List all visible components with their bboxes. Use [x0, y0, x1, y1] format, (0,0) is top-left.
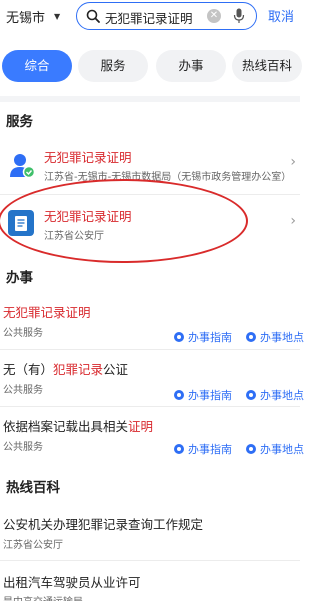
- hotline-source: 江苏省公安厅: [3, 540, 63, 551]
- top-bar: 无锡市 ▼ 无犯罪记录证明 ✕ 取消: [0, 0, 300, 34]
- guide-icon: [174, 332, 184, 342]
- cancel-button[interactable]: 取消: [268, 6, 294, 25]
- affair-title: 依据档案记载出具相关证明: [3, 419, 154, 434]
- guide-icon: [174, 390, 184, 400]
- tab-services[interactable]: 服务: [78, 50, 148, 82]
- hotline-section-title: 热线百科: [6, 480, 60, 496]
- location-icon: [246, 390, 256, 400]
- guide-icon: [174, 444, 184, 454]
- affair-category: 公共服务: [3, 385, 43, 396]
- row-divider: [0, 560, 300, 561]
- service-provider: 江苏省公安厅: [44, 231, 104, 242]
- guide-link[interactable]: 办事指南: [174, 329, 232, 345]
- guide-link[interactable]: 办事指南: [174, 387, 232, 403]
- service-provider: 江苏省-无锡市-无锡市数据局（无锡市政务管理办公室）: [44, 172, 292, 183]
- chevron-right-icon: ›: [290, 154, 296, 170]
- search-icon: [86, 9, 100, 23]
- hotline-item[interactable]: 出租汽车驾驶员从业许可 是中高交通运输局: [0, 562, 300, 601]
- location-link[interactable]: 办事地点: [246, 387, 304, 403]
- hotline-title: 公安机关办理犯罪记录查询工作规定: [3, 517, 204, 532]
- chevron-right-icon: ›: [290, 213, 296, 229]
- police-book-icon: [8, 210, 34, 236]
- hotline-source: 是中高交通运输局: [3, 593, 83, 601]
- affair-item[interactable]: 依据档案记载出具相关证明 公共服务 办事指南 办事地点: [0, 408, 304, 460]
- tab-comprehensive[interactable]: 综合: [2, 50, 72, 82]
- search-query[interactable]: 无犯罪记录证明: [105, 8, 193, 27]
- row-divider: [0, 349, 300, 350]
- service-title: 无犯罪记录证明: [44, 209, 132, 224]
- caret-down-icon: ▼: [54, 12, 61, 21]
- section-divider: [0, 96, 300, 102]
- hotline-item[interactable]: 公安机关办理犯罪记录查询工作规定 江苏省公安厅: [0, 506, 300, 551]
- location-link[interactable]: 办事地点: [246, 329, 304, 345]
- affair-title: 无（有）犯罪记录公证: [3, 362, 129, 377]
- affairs-section-title: 办事: [6, 270, 33, 286]
- row-divider: [0, 406, 300, 407]
- location-link[interactable]: 办事地点: [246, 441, 304, 457]
- affair-title: 无犯罪记录证明: [3, 305, 91, 320]
- guide-link[interactable]: 办事指南: [174, 441, 232, 457]
- service-item[interactable]: 无犯罪记录证明 江苏省-无锡市-无锡市数据局（无锡市政务管理办公室） ›: [0, 136, 300, 192]
- affair-item[interactable]: 无犯罪记录证明 公共服务 办事指南 办事地点: [0, 295, 304, 347]
- location-icon: [246, 444, 256, 454]
- category-tabs: 综合 服务 办事 热线百科: [0, 50, 302, 84]
- location-icon: [246, 332, 256, 342]
- search-input[interactable]: 无犯罪记录证明 ✕: [76, 2, 257, 30]
- tab-affairs[interactable]: 办事: [156, 50, 226, 82]
- city-selector[interactable]: 无锡市 ▼: [6, 7, 60, 26]
- service-item[interactable]: 无犯罪记录证明 江苏省公安厅 ›: [0, 195, 300, 251]
- affair-item[interactable]: 无（有）犯罪记录公证 公共服务 办事指南 办事地点: [0, 351, 304, 403]
- clear-icon[interactable]: ✕: [207, 9, 221, 23]
- hotline-title: 出租汽车驾驶员从业许可: [3, 575, 141, 590]
- service-title: 无犯罪记录证明: [44, 150, 132, 165]
- affair-category: 公共服务: [3, 328, 43, 339]
- services-section-title: 服务: [6, 114, 33, 130]
- affair-category: 公共服务: [3, 442, 43, 453]
- tab-hotline-wiki[interactable]: 热线百科: [232, 50, 302, 82]
- city-label: 无锡市: [6, 11, 46, 26]
- microphone-icon[interactable]: [233, 8, 245, 24]
- person-service-icon: [10, 154, 36, 179]
